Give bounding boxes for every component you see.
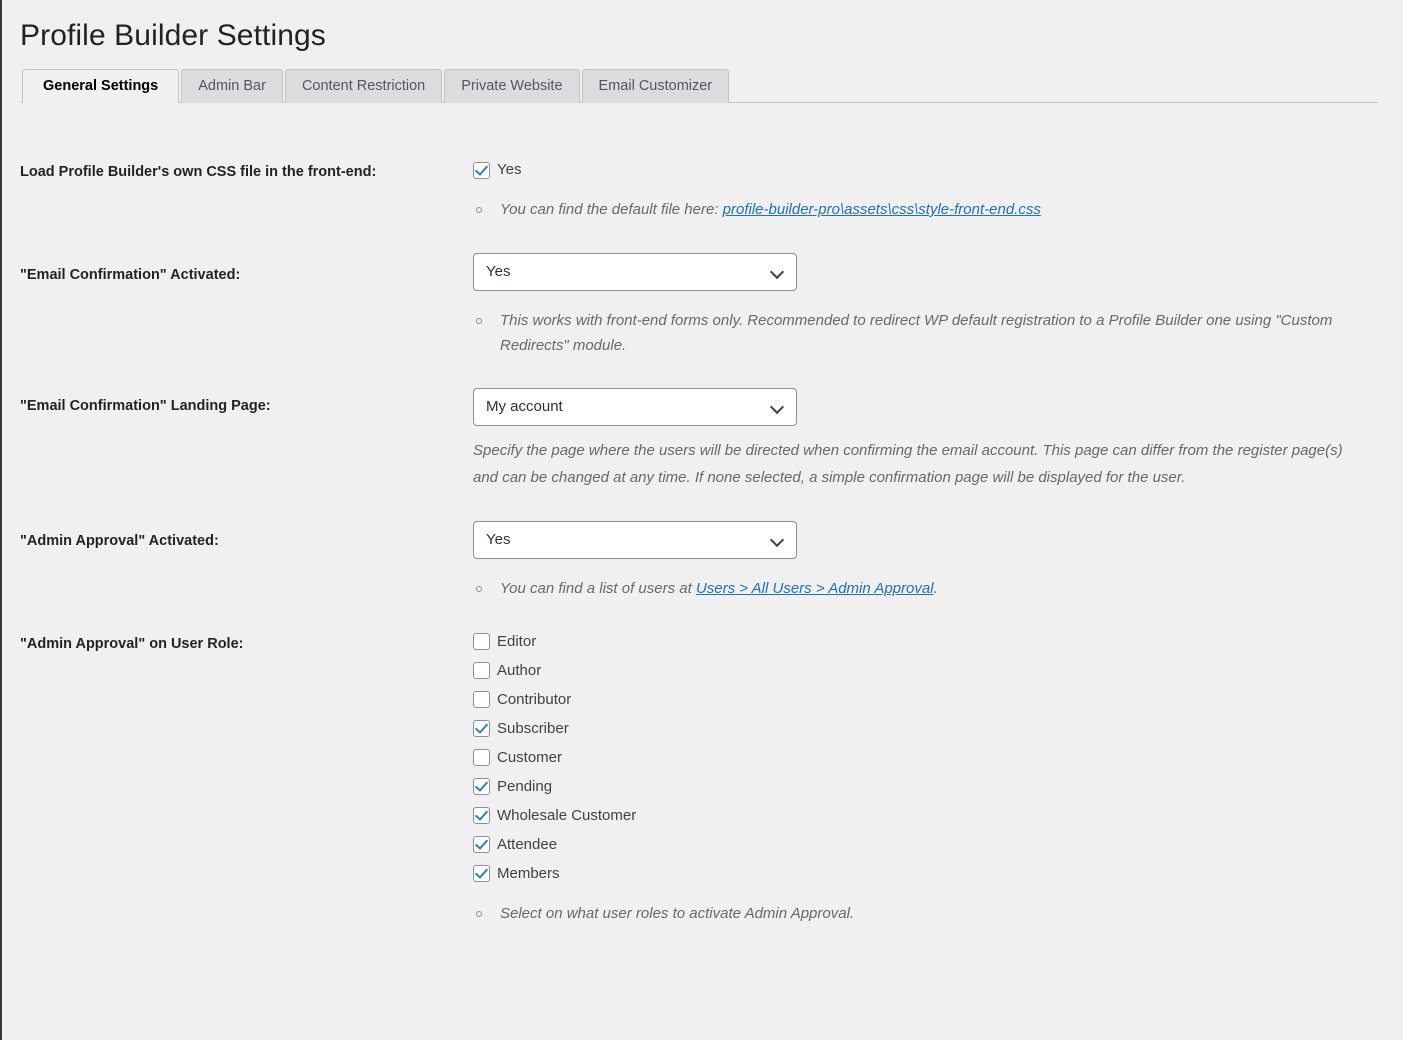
field-load-css: Yes You can find the default file here: … — [473, 145, 1403, 238]
setting-row-email-confirmation-activated: "Email Confirmation" Activated: Yes This… — [20, 238, 1403, 374]
label-admin-approval-activated: "Admin Approval" Activated: — [20, 532, 219, 549]
email-confirmation-landing-page-value: My account — [486, 398, 563, 416]
admin-approval-users-link[interactable]: Users > All Users > Admin Approval — [696, 580, 934, 597]
setting-row-email-confirmation-landing-page: "Email Confirmation" Landing Page: My ac… — [20, 373, 1403, 506]
checkbox-author[interactable] — [473, 662, 490, 679]
chevron-down-icon — [772, 267, 783, 278]
role-label-members[interactable]: Members — [497, 864, 560, 884]
tab-private-website[interactable]: Private Website — [444, 69, 580, 103]
setting-row-admin-approval-user-role: "Admin Approval" on User Role: Editor Au… — [20, 617, 1403, 942]
role-item-contributor[interactable]: Contributor — [473, 690, 1393, 710]
role-item-wholesale-customer[interactable]: Wholesale Customer — [473, 806, 1393, 826]
email-confirmation-activated-description-list: This works with front-end forms only. Re… — [473, 309, 1393, 359]
admin-approval-roles-description-list: Select on what user roles to activate Ad… — [473, 902, 1393, 927]
admin-approval-description-suffix: . — [933, 579, 938, 597]
load-css-description-text: You can find the default file here: — [500, 201, 723, 218]
role-item-subscriber[interactable]: Subscriber — [473, 719, 1393, 739]
tab-content-restriction[interactable]: Content Restriction — [284, 69, 443, 103]
checkbox-subscriber[interactable] — [473, 720, 490, 737]
label-email-confirmation-activated: "Email Confirmation" Activated: — [20, 266, 241, 283]
chevron-down-icon — [772, 535, 783, 546]
setting-row-load-css: Load Profile Builder's own CSS file in t… — [20, 145, 1403, 238]
checkbox-members[interactable] — [473, 865, 490, 882]
checkbox-contributor[interactable] — [473, 691, 490, 708]
settings-form-table: Load Profile Builder's own CSS file in t… — [20, 145, 1403, 941]
email-confirmation-activated-description: This works with front-end forms only. Re… — [473, 309, 1393, 359]
role-label-wholesale-customer[interactable]: Wholesale Customer — [497, 806, 636, 826]
role-label-subscriber[interactable]: Subscriber — [497, 719, 569, 739]
user-roles-checkbox-list: Editor Author Contributor Subscriber Cus… — [473, 632, 1393, 884]
role-item-attendee[interactable]: Attendee — [473, 835, 1393, 855]
load-css-checkbox-row[interactable]: Yes — [473, 160, 1393, 180]
load-css-checkbox-label[interactable]: Yes — [497, 160, 521, 180]
style-front-end-css-link[interactable]: profile-builder-pro\assets\css\style-fro… — [723, 201, 1041, 218]
load-css-description: You can find the default file here: prof… — [473, 198, 1393, 223]
role-label-contributor[interactable]: Contributor — [497, 690, 571, 710]
checkbox-attendee[interactable] — [473, 836, 490, 853]
field-email-confirmation-activated: Yes This works with front-end forms only… — [473, 238, 1403, 374]
field-email-confirmation-landing-page: My account Specify the page where the us… — [473, 373, 1403, 506]
label-email-confirmation-landing-page: "Email Confirmation" Landing Page: — [20, 398, 271, 415]
label-load-css: Load Profile Builder's own CSS file in t… — [20, 164, 377, 180]
setting-row-admin-approval-activated: "Admin Approval" Activated: Yes You can … — [20, 506, 1403, 617]
admin-approval-activated-value: Yes — [486, 530, 511, 548]
checkbox-pending[interactable] — [473, 778, 490, 795]
role-label-customer[interactable]: Customer — [497, 748, 562, 768]
admin-menu-edge — [0, 0, 2, 1040]
role-label-pending[interactable]: Pending — [497, 777, 552, 797]
role-label-author[interactable]: Author — [497, 661, 541, 681]
email-confirmation-activated-select[interactable]: Yes — [473, 252, 797, 291]
tab-general-settings[interactable]: General Settings — [22, 69, 180, 104]
role-item-author[interactable]: Author — [473, 661, 1393, 681]
checkbox-customer[interactable] — [473, 749, 490, 766]
admin-approval-roles-description: Select on what user roles to activate Ad… — [473, 902, 1393, 927]
role-item-pending[interactable]: Pending — [473, 777, 1393, 797]
role-label-attendee[interactable]: Attendee — [497, 835, 557, 855]
load-css-checkbox[interactable] — [473, 161, 490, 179]
admin-approval-activated-description-list: You can find a list of users at Users > … — [473, 577, 1393, 602]
admin-approval-activated-select[interactable]: Yes — [473, 520, 797, 559]
tab-email-customizer[interactable]: Email Customizer — [581, 69, 730, 103]
admin-approval-activated-description: You can find a list of users at Users > … — [473, 577, 1393, 602]
admin-approval-description-text: You can find a list of users at — [500, 579, 696, 597]
role-item-members[interactable]: Members — [473, 864, 1393, 884]
page-title: Profile Builder Settings — [20, 19, 326, 52]
email-confirmation-landing-page-description: Specify the page where the users will be… — [473, 442, 1343, 486]
chevron-down-icon — [772, 402, 783, 413]
email-confirmation-landing-page-select[interactable]: My account — [473, 388, 797, 427]
field-admin-approval-activated: Yes You can find a list of users at User… — [473, 506, 1403, 617]
tab-admin-bar[interactable]: Admin Bar — [181, 69, 283, 103]
email-confirmation-activated-value: Yes — [486, 262, 511, 280]
load-css-description-list: You can find the default file here: prof… — [473, 198, 1393, 223]
settings-page: Profile Builder Settings General Setting… — [0, 0, 1403, 941]
settings-tabs: General Settings Admin Bar Content Restric… — [20, 69, 1403, 104]
field-admin-approval-user-role: Editor Author Contributor Subscriber Cus… — [473, 617, 1403, 942]
role-item-editor[interactable]: Editor — [473, 632, 1393, 652]
checkbox-editor[interactable] — [473, 633, 490, 650]
role-label-editor[interactable]: Editor — [497, 632, 536, 652]
checkbox-wholesale-customer[interactable] — [473, 807, 490, 824]
role-item-customer[interactable]: Customer — [473, 748, 1393, 768]
label-admin-approval-user-role: "Admin Approval" on User Role: — [20, 635, 244, 652]
